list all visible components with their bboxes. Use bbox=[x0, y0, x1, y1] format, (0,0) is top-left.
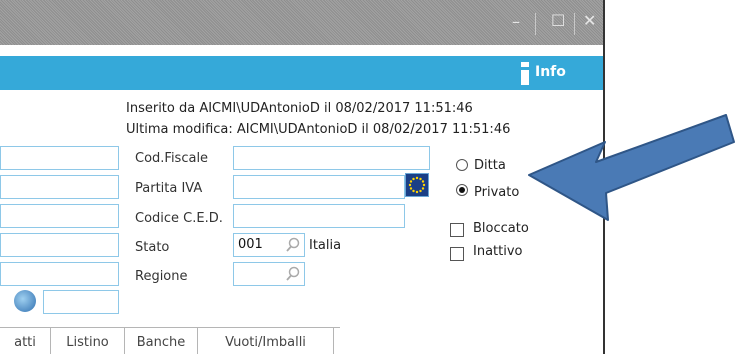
ribbon-bar bbox=[0, 56, 603, 90]
left-field-6[interactable] bbox=[43, 290, 119, 314]
codice-ced-label: Codice C.E.D. bbox=[135, 211, 223, 226]
maximize-button[interactable]: ☐ bbox=[551, 11, 565, 30]
stato-label: Stato bbox=[135, 240, 170, 255]
ditta-radio[interactable] bbox=[456, 159, 468, 171]
inserted-by-text: Inserito da AICMI\UDAntonioD il 08/02/20… bbox=[126, 101, 473, 116]
info-button-label[interactable]: Info bbox=[535, 64, 566, 80]
tab-listino[interactable]: Listino bbox=[51, 328, 125, 354]
search-icon[interactable] bbox=[285, 237, 301, 253]
annotation-arrow bbox=[528, 114, 735, 221]
tab-banche[interactable]: Banche bbox=[125, 328, 198, 354]
globe-icon[interactable] bbox=[14, 290, 36, 312]
ditta-label[interactable]: Ditta bbox=[474, 158, 506, 173]
stato-name: Italia bbox=[309, 238, 342, 253]
left-field-1[interactable] bbox=[0, 146, 119, 170]
regione-label: Regione bbox=[135, 269, 188, 284]
close-button[interactable]: ✕ bbox=[583, 11, 596, 30]
search-icon[interactable] bbox=[285, 266, 301, 282]
tab-contatti[interactable]: atti bbox=[0, 328, 51, 354]
privato-radio[interactable] bbox=[456, 184, 468, 196]
last-modified-text: Ultima modifica: AICMI\UDAntonioD il 08/… bbox=[126, 122, 511, 137]
regione-input[interactable] bbox=[233, 262, 305, 286]
info-icon[interactable] bbox=[521, 62, 529, 85]
inattivo-checkbox[interactable] bbox=[450, 247, 464, 261]
vies-check-icon[interactable] bbox=[405, 173, 429, 197]
codice-ced-input[interactable] bbox=[233, 204, 405, 228]
minimize-button[interactable]: – bbox=[512, 12, 520, 31]
partita-iva-input[interactable] bbox=[233, 175, 405, 199]
stato-code-value: 001 bbox=[238, 237, 263, 252]
partita-iva-label: Partita IVA bbox=[135, 181, 203, 196]
privato-label[interactable]: Privato bbox=[474, 185, 519, 200]
tab-vuoti-imballi[interactable]: Vuoti/Imballi bbox=[198, 328, 334, 354]
left-field-4[interactable] bbox=[0, 233, 119, 257]
left-field-2[interactable] bbox=[0, 175, 119, 199]
inattivo-label[interactable]: Inattivo bbox=[473, 244, 523, 259]
left-field-5[interactable] bbox=[0, 262, 119, 286]
stato-code-input[interactable]: 001 bbox=[233, 233, 305, 257]
window-control-separator bbox=[574, 13, 575, 35]
bloccato-checkbox[interactable] bbox=[450, 223, 464, 237]
cod-fiscale-label: Cod.Fiscale bbox=[135, 151, 209, 166]
window-control-separator bbox=[535, 13, 536, 35]
cod-fiscale-input[interactable] bbox=[233, 146, 430, 170]
bloccato-label[interactable]: Bloccato bbox=[473, 221, 529, 236]
left-field-3[interactable] bbox=[0, 204, 119, 228]
